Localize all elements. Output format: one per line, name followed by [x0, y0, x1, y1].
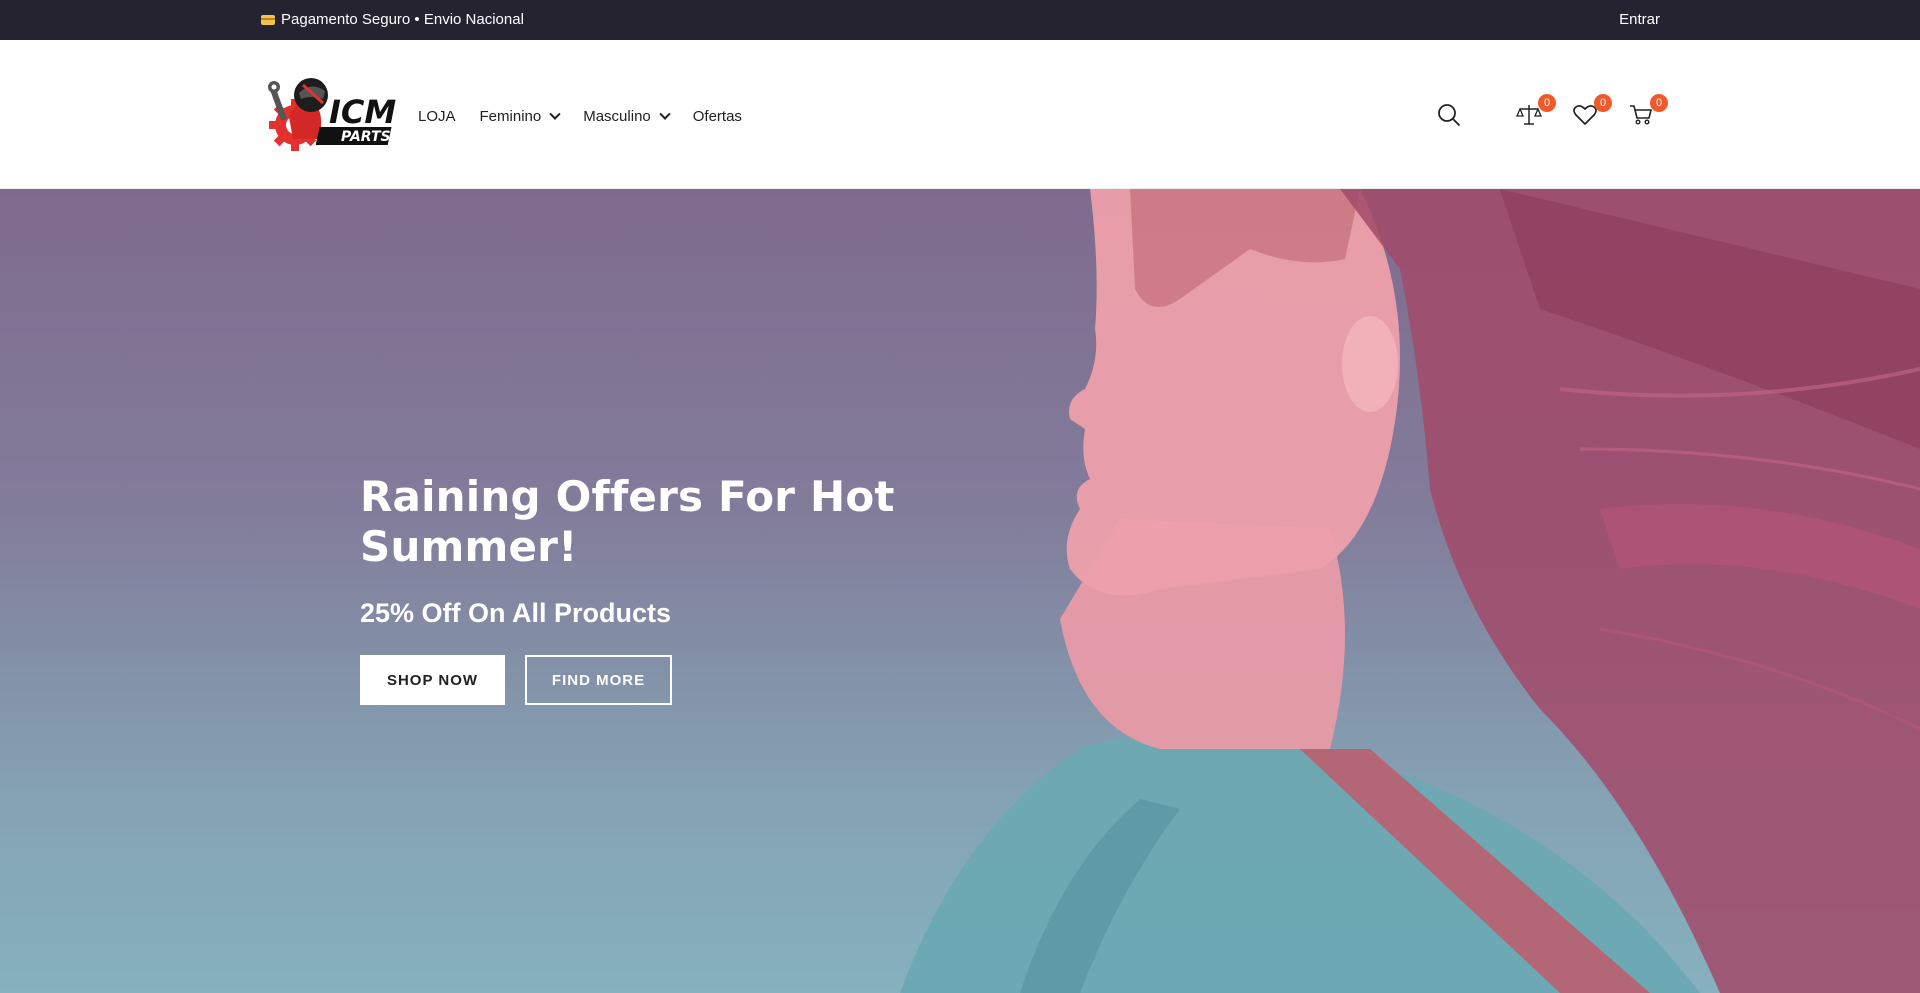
hero-subtitle: 25% Off On All Products: [360, 598, 672, 628]
compare-count-badge: 0: [1538, 94, 1556, 112]
promo-banner: Pagamento Seguro • Envio Nacional: [261, 11, 524, 28]
nav-label: Ofertas: [692, 108, 742, 125]
shop-now-button[interactable]: SHOP NOW: [360, 655, 505, 705]
hero-banner: Raining Offers For Hot Summer! 25% Off O…: [0, 189, 1920, 993]
top-bar: Pagamento Seguro • Envio Nacional Entrar: [0, 0, 1920, 40]
nav-label: Feminino: [479, 108, 542, 125]
nav-label: Masculino: [583, 108, 651, 125]
wishlist-button[interactable]: 0: [1572, 94, 1612, 132]
search-icon: [1438, 104, 1460, 126]
chevron-down-icon: [659, 108, 671, 120]
logo-graphic: ICM PARTS: [268, 78, 396, 151]
nav-item-loja[interactable]: LOJA: [418, 108, 456, 125]
site-header: ICM PARTS LOJA Feminino Masculino Oferta…: [0, 40, 1920, 189]
logo-subtext: PARTS: [341, 129, 391, 145]
nav-item-ofertas[interactable]: Ofertas: [693, 108, 742, 125]
search-button[interactable]: [1436, 102, 1466, 132]
hero-buttons: SHOP NOW FIND MORE: [360, 655, 920, 705]
chevron-down-icon: [549, 108, 561, 120]
nav-item-feminino[interactable]: Feminino: [479, 108, 561, 125]
cart-button[interactable]: 0: [1628, 94, 1668, 132]
wishlist-count-badge: 0: [1594, 94, 1612, 112]
nav-label: LOJA: [418, 108, 456, 125]
hero-content: Raining Offers For Hot Summer! 25% Off O…: [360, 472, 920, 705]
credit-card-icon: [261, 14, 275, 25]
cart-count-badge: 0: [1650, 94, 1668, 112]
hero-photo: [900, 189, 1920, 993]
site-logo[interactable]: ICM PARTS: [265, 73, 407, 155]
promo-text: Pagamento Seguro • Envio Nacional: [281, 11, 524, 28]
hero-title: Raining Offers For Hot Summer!: [360, 472, 895, 571]
logo-text: ICM: [329, 93, 396, 131]
main-nav: LOJA Feminino Masculino Ofertas: [418, 108, 766, 125]
compare-button[interactable]: 0: [1516, 94, 1556, 132]
login-link[interactable]: Entrar: [1619, 11, 1660, 28]
find-more-button[interactable]: FIND MORE: [525, 655, 672, 705]
nav-item-masculino[interactable]: Masculino: [583, 108, 671, 125]
